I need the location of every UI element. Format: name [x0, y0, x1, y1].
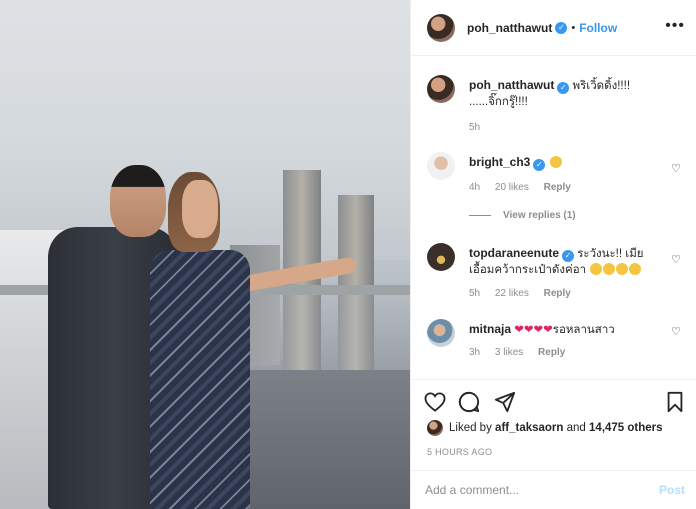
- comment-username[interactable]: topdaraneenute: [469, 246, 559, 260]
- reply-button[interactable]: Reply: [544, 182, 571, 193]
- caption: poh_natthawut ✓ พริเวิ้ดดิ้ง!!!! ......จิ…: [427, 75, 683, 145]
- red-heart-emoji-icon: ❤❤❤❤: [514, 324, 553, 336]
- comment-like-heart-icon[interactable]: ♡: [671, 162, 681, 175]
- caption-line1: พริเวิ้ดดิ้ง!!!!: [572, 80, 631, 92]
- comment-likes[interactable]: 3 likes: [495, 347, 523, 358]
- reply-button[interactable]: Reply: [544, 288, 571, 299]
- comment-text: bright_ch3 ✓: [469, 154, 669, 171]
- comment-text: topdaraneenute ✓ ระวังนะ!! เมีย เอื้อมคว้…: [469, 245, 669, 278]
- author-avatar[interactable]: [427, 13, 455, 42]
- comment-meta: 4h 20 likes Reply: [469, 182, 583, 193]
- post-timestamp[interactable]: 5 HOURS AGO: [427, 447, 492, 457]
- verified-icon: ✓: [562, 250, 575, 262]
- comment-item: mitnaja ❤❤❤❤รอหลานสาว ♡ 3h 3 likes Reply: [427, 319, 683, 379]
- likes-count[interactable]: 14,475 others: [589, 422, 663, 434]
- post-comment-button[interactable]: Post: [659, 483, 685, 497]
- view-replies-label: View replies (1): [503, 210, 576, 221]
- comment-meta: 5h 22 likes Reply: [469, 288, 583, 299]
- author-username[interactable]: poh_natthawut: [467, 21, 552, 35]
- liker-avatar[interactable]: [427, 420, 443, 436]
- likes-and: and: [566, 422, 586, 434]
- comment-text: mitnaja ❤❤❤❤รอหลานสาว: [469, 321, 669, 338]
- verified-icon: ✓: [557, 82, 570, 94]
- comment-icon[interactable]: [457, 390, 481, 414]
- add-comment-input[interactable]: [425, 483, 659, 497]
- woman-dress: [150, 250, 250, 509]
- caption-time[interactable]: 5h: [469, 122, 480, 133]
- verified-icon: ✓: [555, 21, 568, 34]
- comment-like-heart-icon[interactable]: ♡: [671, 253, 681, 266]
- comment-time[interactable]: 5h: [469, 288, 480, 299]
- reply-button[interactable]: Reply: [538, 347, 565, 358]
- comment-username[interactable]: bright_ch3: [469, 155, 530, 169]
- comment-item: topdaraneenute ✓ ระวังนะ!! เมีย เอื้อมคว้…: [427, 243, 683, 313]
- heart-icon[interactable]: [423, 390, 447, 414]
- comment-username[interactable]: mitnaja: [469, 322, 511, 336]
- woman-face: [182, 180, 218, 238]
- caption-text: poh_natthawut ✓ พริเวิ้ดดิ้ง!!!! ......จิ…: [469, 77, 669, 110]
- comment-like-heart-icon[interactable]: ♡: [671, 325, 681, 338]
- post-actions: [411, 379, 696, 423]
- commenter-avatar[interactable]: [427, 243, 455, 271]
- commenter-avatar[interactable]: [427, 152, 455, 180]
- comment-time[interactable]: 3h: [469, 347, 480, 358]
- grimacing-emoji-icon: [603, 263, 616, 275]
- view-replies-line: [469, 215, 491, 216]
- grimacing-emoji-icon: [616, 263, 629, 275]
- grimacing-emoji-icon: [590, 263, 603, 275]
- comment-line2: เอื้อมคว้ากระเป๋าดังค่อา: [469, 264, 587, 276]
- view-replies-button[interactable]: View replies (1): [469, 210, 576, 221]
- comments-list[interactable]: poh_natthawut ✓ พริเวิ้ดดิ้ง!!!! ......จิ…: [411, 57, 696, 379]
- comment-likes[interactable]: 20 likes: [495, 182, 529, 193]
- more-icon[interactable]: •••: [665, 18, 685, 34]
- photo-woman: [130, 172, 360, 509]
- post-header: poh_natthawut ✓ • Follow •••: [411, 0, 696, 56]
- comment-likes[interactable]: 22 likes: [495, 288, 529, 299]
- follow-button[interactable]: Follow: [579, 21, 617, 35]
- verified-icon: ✓: [533, 159, 546, 171]
- likes-prefix: Liked by: [449, 422, 492, 434]
- grimacing-emoji-icon: [629, 263, 642, 275]
- caption-avatar[interactable]: [427, 75, 455, 103]
- caption-line2: ......จิ๊กกรู๊!!!!: [469, 96, 528, 108]
- caption-meta: 5h: [469, 122, 492, 133]
- bookmark-icon[interactable]: [663, 390, 687, 414]
- comment-time[interactable]: 4h: [469, 182, 480, 193]
- share-icon[interactable]: [493, 390, 517, 414]
- comment-meta: 3h 3 likes Reply: [469, 347, 577, 358]
- likes-summary: Liked by aff_taksaorn and 14,475 others: [427, 420, 663, 436]
- liker-username[interactable]: aff_taksaorn: [495, 422, 563, 434]
- post-photo[interactable]: [0, 0, 410, 509]
- add-comment-bar: Post: [411, 470, 696, 509]
- star-struck-emoji-icon: [549, 156, 562, 168]
- comment-body: รอหลานสาว: [552, 324, 615, 336]
- post-sidebar: poh_natthawut ✓ • Follow ••• poh_natthaw…: [410, 0, 696, 509]
- commenter-avatar[interactable]: [427, 319, 455, 347]
- caption-username[interactable]: poh_natthawut: [469, 78, 554, 92]
- separator-dot: •: [571, 21, 576, 34]
- comment-line1: ระวังนะ!! เมีย: [577, 248, 644, 260]
